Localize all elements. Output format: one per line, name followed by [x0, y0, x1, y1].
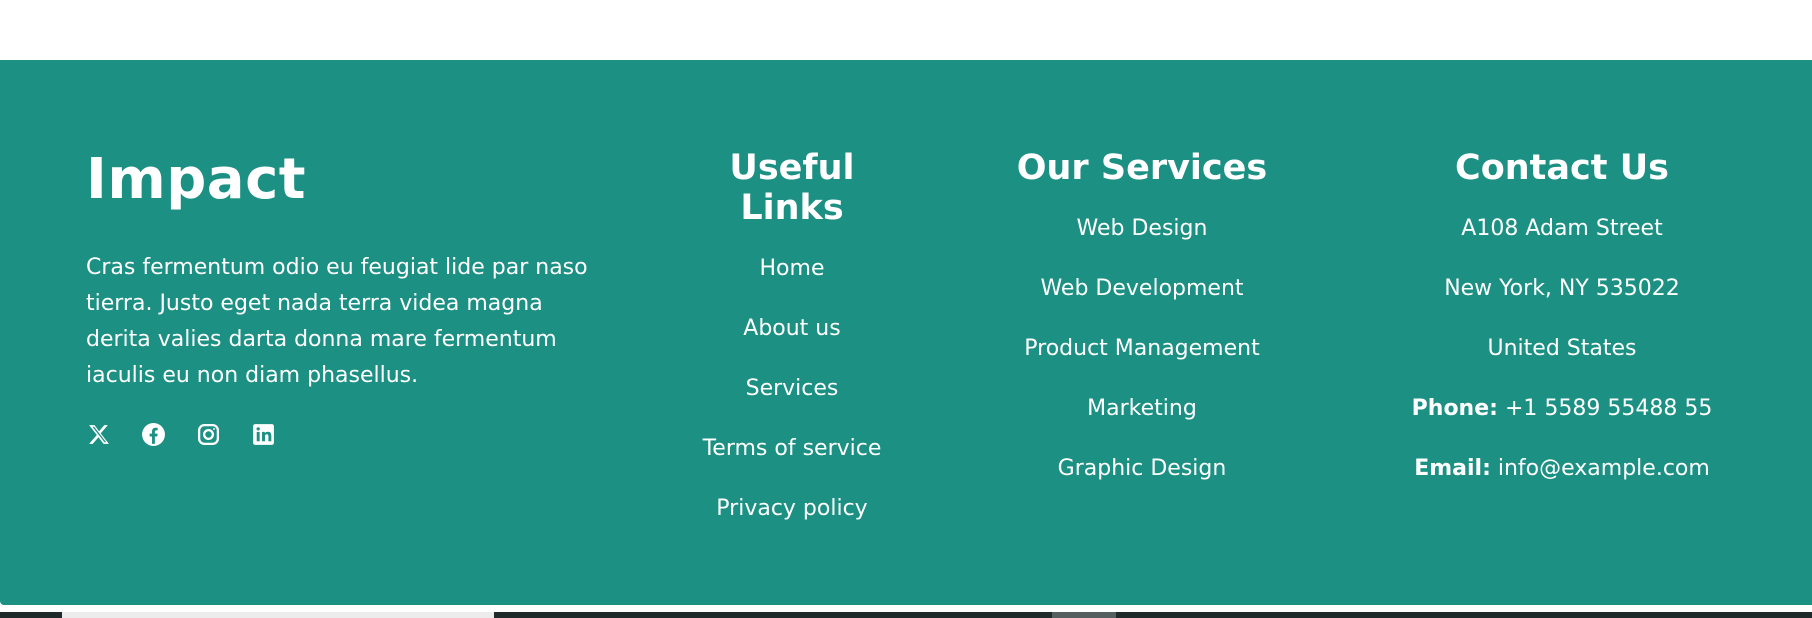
- list-item: Home: [672, 254, 912, 284]
- link-services[interactable]: Services: [746, 376, 839, 401]
- contact-us-column: Contact Us A108 Adam Street New York, NY…: [1392, 148, 1732, 514]
- link-home[interactable]: Home: [760, 256, 825, 281]
- contact-phone: Phone: +1 5589 55488 55: [1392, 394, 1732, 424]
- link-graphic-design[interactable]: Graphic Design: [1058, 456, 1227, 481]
- list-item: Privacy policy: [672, 494, 912, 524]
- link-web-design[interactable]: Web Design: [1077, 216, 1208, 241]
- x-twitter-icon[interactable]: [86, 422, 111, 447]
- address-country: United States: [1487, 336, 1637, 361]
- contact-email: Email: info@example.com: [1392, 454, 1732, 484]
- facebook-icon[interactable]: [141, 422, 166, 447]
- link-about-us[interactable]: About us: [743, 316, 840, 341]
- brand-logo-text[interactable]: Impact: [86, 147, 606, 212]
- taskbar-segment: [1052, 612, 1116, 618]
- services-list: Web Design Web Development Product Manag…: [1002, 214, 1282, 484]
- address-line-1: A108 Adam Street: [1461, 216, 1663, 241]
- list-item: Graphic Design: [1002, 454, 1282, 484]
- link-terms-of-service[interactable]: Terms of service: [703, 436, 882, 461]
- linkedin-icon[interactable]: [251, 422, 276, 447]
- link-marketing[interactable]: Marketing: [1087, 396, 1197, 421]
- list-item: About us: [672, 314, 912, 344]
- list-item: Terms of service: [672, 434, 912, 464]
- social-links: [86, 422, 606, 447]
- useful-links-heading: Useful Links: [729, 148, 855, 228]
- link-privacy-policy[interactable]: Privacy policy: [716, 496, 867, 521]
- our-services-column: Our Services Web Design Web Development …: [1002, 148, 1282, 514]
- instagram-icon[interactable]: [196, 422, 221, 447]
- email-label: Email:: [1414, 456, 1491, 481]
- useful-links-column: Useful Links Home About us Services Term…: [672, 148, 912, 554]
- list-item: Marketing: [1002, 394, 1282, 424]
- list-item: Product Management: [1002, 334, 1282, 364]
- page: Impact Cras fermentum odio eu feugiat li…: [0, 0, 1812, 618]
- footer-brand: Impact Cras fermentum odio eu feugiat li…: [86, 147, 606, 447]
- our-services-heading: Our Services: [1016, 148, 1268, 188]
- contact-list: A108 Adam Street New York, NY 535022 Uni…: [1392, 214, 1732, 484]
- list-item: Web Development: [1002, 274, 1282, 304]
- list-item: Services: [672, 374, 912, 404]
- address-line-2: New York, NY 535022: [1444, 276, 1680, 301]
- link-product-management[interactable]: Product Management: [1024, 336, 1259, 361]
- phone-label: Phone:: [1411, 396, 1498, 421]
- contact-us-heading: Contact Us: [1455, 148, 1669, 188]
- taskbar-segment: [62, 612, 494, 618]
- useful-links-list: Home About us Services Terms of service …: [672, 254, 912, 524]
- link-web-development[interactable]: Web Development: [1040, 276, 1243, 301]
- list-item: Web Design: [1002, 214, 1282, 244]
- phone-value[interactable]: +1 5589 55488 55: [1505, 396, 1712, 421]
- email-value[interactable]: info@example.com: [1498, 456, 1710, 481]
- site-footer: Impact Cras fermentum odio eu feugiat li…: [0, 60, 1812, 605]
- brand-description: Cras fermentum odio eu feugiat lide par …: [86, 255, 588, 389]
